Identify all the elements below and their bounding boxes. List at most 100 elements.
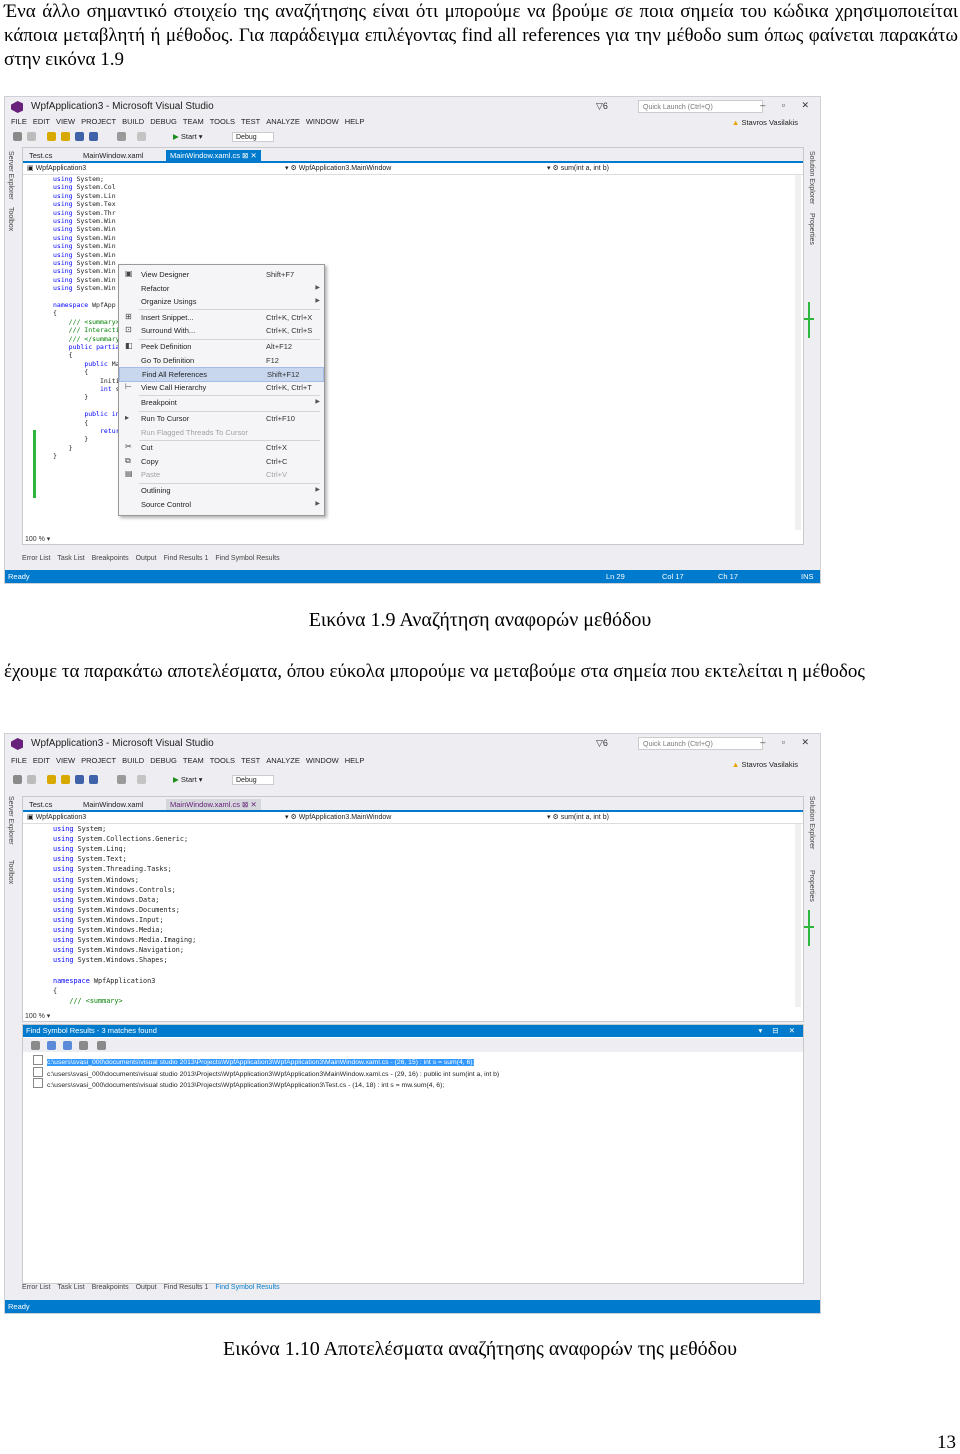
toolbox-tab[interactable]: Toolbox	[7, 207, 14, 231]
menu-file[interactable]: FILE	[11, 756, 27, 765]
prev-result-icon[interactable]	[47, 1041, 56, 1050]
nav-class-select[interactable]: ▾ ⚙ WpfApplication3.MainWindow	[285, 163, 391, 174]
tab-mainwindow-xaml-cs[interactable]: MainWindow.xaml.cs ⊠ ✕	[166, 799, 261, 810]
menu-team[interactable]: TEAM	[183, 117, 204, 126]
nav-member-select[interactable]: ▾ ⚙ sum(int a, int b)	[547, 163, 609, 174]
menu-build[interactable]: BUILD	[122, 117, 144, 126]
tab-test-cs[interactable]: Test.cs	[25, 150, 56, 161]
nav-class-select[interactable]: ▾ ⚙ WpfApplication3.MainWindow	[285, 812, 391, 823]
task-list-tab[interactable]: Task List	[57, 555, 84, 562]
context-menu-item-organize-usings[interactable]: Organize Usings ▶	[119, 295, 324, 308]
menu-project[interactable]: PROJECT	[81, 117, 116, 126]
redo-icon[interactable]	[137, 775, 146, 784]
menu-edit[interactable]: EDIT	[33, 756, 50, 765]
context-menu-item-outlining[interactable]: Outlining ▶	[119, 484, 324, 497]
open-icon[interactable]	[61, 132, 70, 141]
vertical-scrollbar[interactable]	[795, 824, 801, 1007]
menu-window[interactable]: WINDOW	[306, 117, 339, 126]
menu-view[interactable]: VIEW	[56, 117, 75, 126]
code-area[interactable]: using System; using System.Collections.Ge…	[23, 824, 785, 1009]
task-list-tab[interactable]: Task List	[57, 1284, 84, 1291]
breakpoints-tab[interactable]: Breakpoints	[92, 1284, 129, 1291]
zoom-level[interactable]: 100 % ▾	[25, 535, 50, 543]
menu-window[interactable]: WINDOW	[306, 756, 339, 765]
redo-icon[interactable]	[137, 132, 146, 141]
toolbox-tab[interactable]: Toolbox	[7, 860, 14, 884]
user-account[interactable]: ▲ Stavros Vasilakis	[732, 118, 798, 127]
context-menu-item-peek-definition[interactable]: ◧ Peek Definition Alt+F12	[119, 340, 324, 353]
tab-mainwindow-xaml[interactable]: MainWindow.xaml	[79, 150, 147, 161]
save-all-icon[interactable]	[89, 775, 98, 784]
tab-mainwindow-xaml[interactable]: MainWindow.xaml	[79, 799, 147, 810]
zoom-level[interactable]: 100 % ▾	[25, 1012, 50, 1020]
solution-explorer-tab[interactable]: Solution Explorer	[808, 151, 815, 204]
undo-icon[interactable]	[117, 775, 126, 784]
find-results-1-tab[interactable]: Find Results 1	[164, 555, 209, 562]
output-tab[interactable]: Output	[136, 555, 157, 562]
save-icon[interactable]	[75, 775, 84, 784]
undo-icon[interactable]	[117, 132, 126, 141]
find-symbol-results-tab[interactable]: Find Symbol Results	[215, 555, 279, 562]
configuration-select[interactable]: Debug	[232, 775, 274, 785]
context-menu-item-run-to-cursor[interactable]: ▸ Run To Cursor Ctrl+F10	[119, 412, 324, 425]
nav-project-select[interactable]: ▣ WpfApplication3	[27, 812, 86, 823]
panel-controls[interactable]: ▾ ⊟ ✕	[758, 1025, 799, 1037]
next-result-icon[interactable]	[63, 1041, 72, 1050]
new-project-icon[interactable]	[47, 132, 56, 141]
window-buttons[interactable]: – ▫ ✕	[760, 100, 816, 111]
menu-test[interactable]: TEST	[241, 117, 260, 126]
menu-help[interactable]: HELP	[345, 117, 365, 126]
vertical-scrollbar[interactable]	[795, 175, 801, 530]
open-icon[interactable]	[61, 775, 70, 784]
tab-test-cs[interactable]: Test.cs	[25, 799, 56, 810]
save-icon[interactable]	[75, 132, 84, 141]
menu-debug[interactable]: DEBUG	[150, 756, 177, 765]
properties-tab[interactable]: Properties	[808, 213, 815, 245]
context-menu-item-cut[interactable]: ✂ Cut Ctrl+X	[119, 441, 324, 454]
start-button[interactable]: ▶ Start ▾	[173, 132, 203, 141]
server-explorer-tab[interactable]: Server Explorer	[7, 151, 14, 200]
breakpoints-tab[interactable]: Breakpoints	[92, 555, 129, 562]
context-menu-item-view-designer[interactable]: ▣ View Designer Shift+F7	[119, 268, 324, 281]
window-buttons[interactable]: – ▫ ✕	[760, 737, 816, 748]
find-symbol-results-tab[interactable]: Find Symbol Results	[215, 1284, 279, 1291]
menu-help[interactable]: HELP	[345, 756, 365, 765]
menu-analyze[interactable]: ANALYZE	[266, 756, 300, 765]
menu-tools[interactable]: TOOLS	[210, 117, 235, 126]
quick-launch-input[interactable]: Quick Launch (Ctrl+Q)	[638, 100, 763, 113]
forward-icon[interactable]	[27, 132, 36, 141]
menu-build[interactable]: BUILD	[122, 756, 144, 765]
context-menu-item-breakpoint[interactable]: Breakpoint ▶	[119, 396, 324, 409]
save-all-icon[interactable]	[89, 132, 98, 141]
context-menu-item-view-call-hierarchy[interactable]: ⊢ View Call Hierarchy Ctrl+K, Ctrl+T	[119, 381, 324, 394]
code-editor[interactable]: Test.cs MainWindow.xaml MainWindow.xaml.…	[22, 796, 804, 1022]
menu-test[interactable]: TEST	[241, 756, 260, 765]
menu-project[interactable]: PROJECT	[81, 756, 116, 765]
context-menu-item-insert-snippet[interactable]: ⊞ Insert Snippet... Ctrl+K, Ctrl+X	[119, 311, 324, 324]
start-button[interactable]: ▶ Start ▾	[173, 775, 203, 784]
forward-icon[interactable]	[27, 775, 36, 784]
nav-member-select[interactable]: ▾ ⚙ sum(int a, int b)	[547, 812, 609, 823]
context-menu-item-go-to-definition[interactable]: Go To Definition F12	[119, 354, 324, 367]
menu-team[interactable]: TEAM	[183, 756, 204, 765]
context-menu-item-surround-with[interactable]: ⊡ Surround With... Ctrl+K, Ctrl+S	[119, 324, 324, 337]
notifications-flag-icon[interactable]: ▽6	[596, 101, 608, 112]
error-list-tab[interactable]: Error List	[22, 1284, 50, 1291]
output-tab[interactable]: Output	[136, 1284, 157, 1291]
tab-mainwindow-xaml-cs[interactable]: MainWindow.xaml.cs ⊠ ✕	[166, 150, 261, 161]
find-results-1-tab[interactable]: Find Results 1	[164, 1284, 209, 1291]
error-list-tab[interactable]: Error List	[22, 555, 50, 562]
configuration-select[interactable]: Debug	[232, 132, 274, 142]
refresh-icon[interactable]	[31, 1041, 40, 1050]
notifications-flag-icon[interactable]: ▽6	[596, 738, 608, 749]
menu-view[interactable]: VIEW	[56, 756, 75, 765]
menu-file[interactable]: FILE	[11, 117, 27, 126]
context-menu-item-copy[interactable]: ⧉ Copy Ctrl+C	[119, 455, 324, 468]
menu-debug[interactable]: DEBUG	[150, 117, 177, 126]
clear-icon[interactable]	[79, 1041, 88, 1050]
server-explorer-tab[interactable]: Server Explorer	[7, 796, 14, 845]
find-result-row[interactable]: c:\users\svasi_000\documents\visual stud…	[33, 1078, 444, 1091]
back-icon[interactable]	[13, 132, 22, 141]
menu-tools[interactable]: TOOLS	[210, 756, 235, 765]
properties-tab[interactable]: Properties	[808, 870, 815, 902]
